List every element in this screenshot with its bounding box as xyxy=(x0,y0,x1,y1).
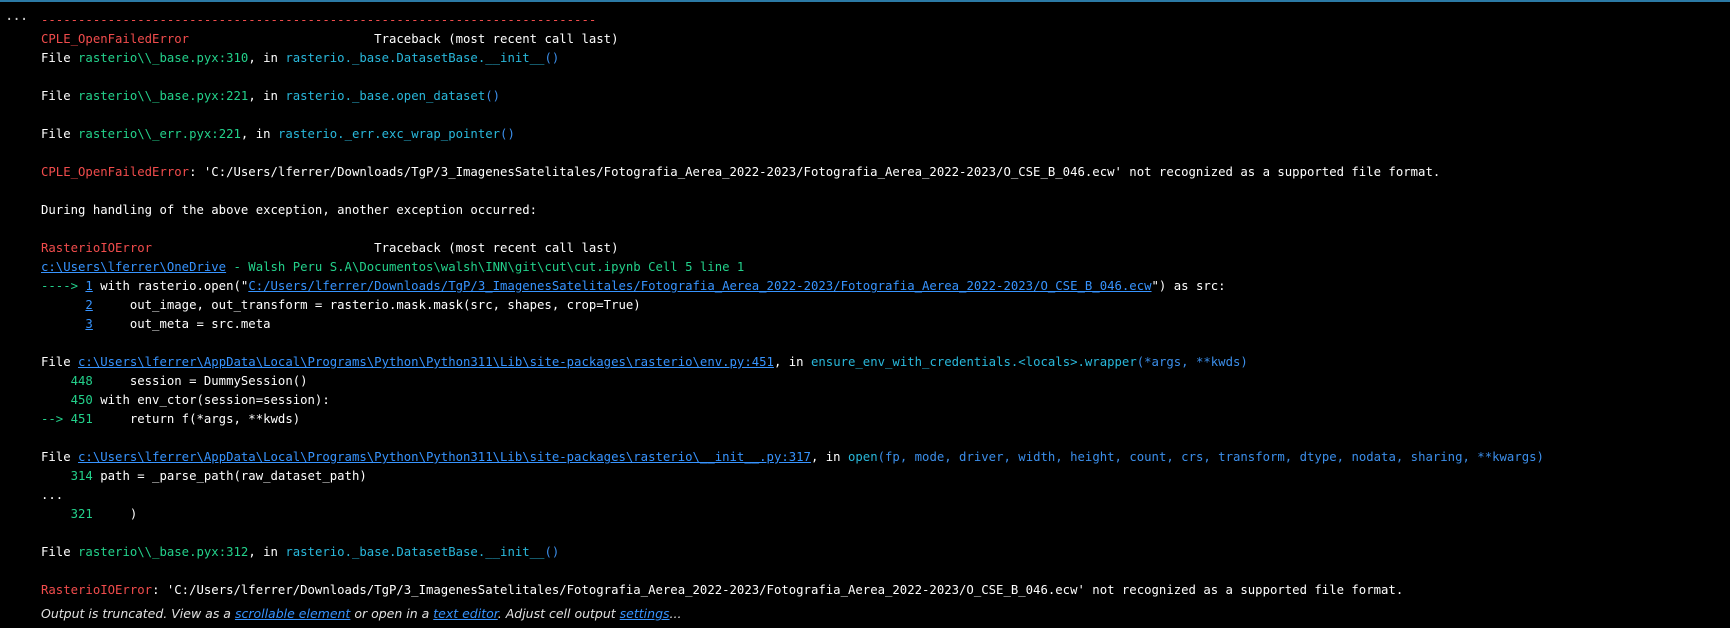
frame-function: rasterio._base.DatasetBase.__init__ xyxy=(285,51,545,65)
chained-exception-note: During handling of the above exception, … xyxy=(41,203,538,217)
frame-file-link[interactable]: c:\Users\lferrer\AppData\Local\Programs\… xyxy=(78,355,774,369)
traceback-frame: File rasterio\\_base.pyx:312, in rasteri… xyxy=(41,543,1721,562)
frame-file: rasterio\\_base.pyx:312 xyxy=(78,545,249,559)
traceback-frame: File c:\Users\lferrer\AppData\Local\Prog… xyxy=(41,448,1721,467)
text-editor-link[interactable]: text editor xyxy=(433,606,498,621)
code-line: 448 session = DummySession() xyxy=(41,372,1721,391)
line-number-link[interactable]: 3 xyxy=(85,317,92,331)
line-number: 321 xyxy=(41,507,93,521)
code-text: with env_ctor(session=session): xyxy=(92,393,330,407)
error-name: RasterioIOError xyxy=(41,241,153,255)
line-number: --> 451 xyxy=(41,412,93,426)
frame-file: rasterio\\_base.pyx:221 xyxy=(78,89,249,103)
code-text: ") as src: xyxy=(1151,279,1226,293)
error-message: RasterioIOError: 'C:/Users/lferrer/Downl… xyxy=(41,581,1721,600)
notice-text: . Adjust cell output xyxy=(497,606,620,621)
frame-label: File xyxy=(41,545,79,559)
traceback-frame: File c:\Users\lferrer\AppData\Local\Prog… xyxy=(41,353,1721,372)
frame-args: (fp, mode, driver, width, height, count,… xyxy=(877,450,1544,464)
frame-args: () xyxy=(485,89,501,103)
traceback-header: RasterioIOError Traceback (most recent c… xyxy=(41,239,1721,258)
code-line: 321 ) xyxy=(41,505,1721,524)
traceback-frame: File rasterio\\_base.pyx:221, in rasteri… xyxy=(41,87,1721,106)
traceback-header: CPLE_OpenFailedError Traceback (most rec… xyxy=(41,30,1721,49)
notice-text: ... xyxy=(669,606,682,621)
traceback-rule: ----------------------------------------… xyxy=(41,13,597,27)
code-line: 450 with env_ctor(session=session): xyxy=(41,391,1721,410)
error-name: CPLE_OpenFailedError xyxy=(41,32,190,46)
settings-link[interactable]: settings xyxy=(620,606,670,621)
error-name: RasterioIOError xyxy=(41,583,153,597)
code-text: with rasterio.open(" xyxy=(92,279,249,293)
cell-focus-border xyxy=(0,0,1730,2)
code-text: out_meta = src.meta xyxy=(92,317,271,331)
scrollable-element-link[interactable]: scrollable element xyxy=(235,606,350,621)
frame-in: , in xyxy=(240,127,278,141)
cell-path-link[interactable]: c:\Users\lferrer\OneDrive xyxy=(41,260,226,274)
frame-function: ensure_env_with_credentials.<locals>.wra… xyxy=(810,355,1137,369)
line-number-link[interactable]: 1 xyxy=(85,279,92,293)
traceback-heading: Traceback (most recent call last) xyxy=(374,32,619,46)
traceback-heading: Traceback (most recent call last) xyxy=(374,241,619,255)
frame-in: , in xyxy=(773,355,811,369)
file-path-link[interactable]: C:/Users/lferrer/Downloads/TgP/3_Imagene… xyxy=(248,279,1151,293)
code-text: session = DummySession() xyxy=(92,374,308,388)
current-line-arrow: ----> xyxy=(41,279,86,293)
frame-file: rasterio\\_base.pyx:310 xyxy=(78,51,249,65)
elided-lines: ... xyxy=(41,488,64,502)
error-text: : 'C:/Users/lferrer/Downloads/TgP/3_Imag… xyxy=(189,165,1441,179)
frame-label: File xyxy=(41,127,79,141)
notice-text: Output is truncated. View as a xyxy=(41,606,235,621)
frame-file-link[interactable]: c:\Users\lferrer\AppData\Local\Programs\… xyxy=(78,450,811,464)
code-text: ) xyxy=(92,507,138,521)
code-text: out_image, out_transform = rasterio.mask… xyxy=(92,298,641,312)
frame-label: File xyxy=(41,450,79,464)
code-text: return f(*args, **kwds) xyxy=(92,412,301,426)
line-number: 448 xyxy=(41,374,93,388)
truncation-notice: Output is truncated. View as a scrollabl… xyxy=(41,604,681,624)
frame-file: rasterio\\_err.pyx:221 xyxy=(78,127,241,141)
error-name: CPLE_OpenFailedError xyxy=(41,165,190,179)
code-line: 2 out_image, out_transform = rasterio.ma… xyxy=(41,296,1721,315)
traceback-frame: File rasterio\\_err.pyx:221, in rasterio… xyxy=(41,125,1721,144)
frame-in: , in xyxy=(810,450,848,464)
frame-label: File xyxy=(41,51,79,65)
line-number: 314 xyxy=(41,469,93,483)
cell-output: ----------------------------------------… xyxy=(41,11,1721,600)
frame-function: open xyxy=(848,450,878,464)
frame-args: () xyxy=(500,127,515,141)
code-line: --> 451 return f(*args, **kwds) xyxy=(41,410,1721,429)
frame-in: , in xyxy=(248,89,286,103)
line-number: 450 xyxy=(41,393,93,407)
frame-label: File xyxy=(41,355,79,369)
error-text: : 'C:/Users/lferrer/Downloads/TgP/3_Imag… xyxy=(152,583,1404,597)
code-line: 3 out_meta = src.meta xyxy=(41,315,1721,334)
frame-function: rasterio._err.exc_wrap_pointer xyxy=(277,127,501,141)
cell-reference: c:\Users\lferrer\OneDrive - Walsh Peru S… xyxy=(41,258,1721,277)
frame-in: , in xyxy=(248,51,286,65)
cell-output-menu-icon[interactable]: ... xyxy=(5,8,28,24)
frame-args: () xyxy=(544,51,560,65)
line-number-link[interactable]: 2 xyxy=(85,298,92,312)
traceback-frame: File rasterio\\_base.pyx:310, in rasteri… xyxy=(41,49,1721,68)
notice-text: or open in a xyxy=(350,606,434,621)
frame-function: rasterio._base.DatasetBase.__init__ xyxy=(285,545,545,559)
code-line: 314 path = _parse_path(raw_dataset_path) xyxy=(41,467,1721,486)
cell-path-rest: - Walsh Peru S.A\Documentos\walsh\INN\gi… xyxy=(226,260,745,274)
error-message: CPLE_OpenFailedError: 'C:/Users/lferrer/… xyxy=(41,163,1721,182)
frame-label: File xyxy=(41,89,79,103)
frame-args: () xyxy=(544,545,560,559)
code-line: ----> 1 with rasterio.open("C:/Users/lfe… xyxy=(41,277,1721,296)
frame-args: (*args, **kwds) xyxy=(1136,355,1248,369)
frame-function: rasterio._base.open_dataset xyxy=(285,89,486,103)
code-text: path = _parse_path(raw_dataset_path) xyxy=(92,469,367,483)
frame-in: , in xyxy=(248,545,286,559)
